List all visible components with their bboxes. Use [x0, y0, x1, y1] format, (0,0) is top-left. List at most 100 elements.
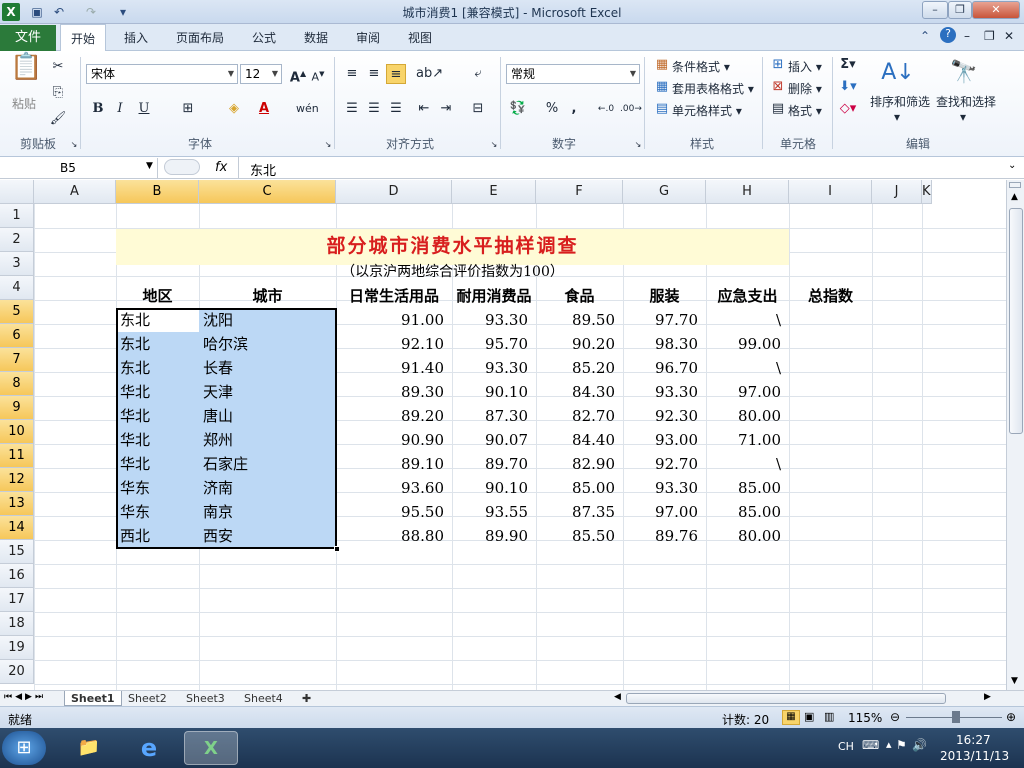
table-cell[interactable]: 90.10 — [452, 476, 536, 500]
table-cell[interactable] — [789, 524, 872, 548]
currency-icon[interactable]: 💱 — [508, 99, 528, 119]
table-cell[interactable] — [789, 356, 872, 380]
table-cell[interactable]: 95.50 — [336, 500, 452, 524]
row-header-20[interactable]: 20 — [0, 660, 34, 684]
flag-icon[interactable]: ⚑ — [896, 738, 907, 752]
table-cell[interactable]: 84.30 — [536, 380, 623, 404]
row-header-6[interactable]: 6 — [0, 324, 34, 348]
table-header-cell[interactable]: 应急支出 — [706, 284, 789, 308]
volume-icon[interactable]: 🔊 — [912, 738, 927, 752]
orientation-icon[interactable]: ab↗ — [416, 64, 443, 84]
tray-expand-icon[interactable]: ▴ — [886, 738, 892, 751]
input-language[interactable]: CH — [838, 740, 854, 753]
table-cell[interactable]: 95.70 — [452, 332, 536, 356]
table-cell[interactable]: 82.70 — [536, 404, 623, 428]
row-header-1[interactable]: 1 — [0, 204, 34, 228]
row-header-15[interactable]: 15 — [0, 540, 34, 564]
clock-date[interactable]: 2013/11/13 — [940, 749, 1009, 763]
increase-indent-icon[interactable]: ⇥ — [436, 99, 456, 119]
restore-button[interactable]: ❐ — [948, 1, 972, 19]
align-left-icon[interactable]: ☰ — [342, 99, 362, 119]
cell-styles-icon[interactable]: ▤ — [652, 99, 672, 119]
table-cell[interactable]: 80.00 — [706, 524, 789, 548]
underline-button[interactable]: U — [134, 99, 154, 119]
table-cell[interactable]: 89.30 — [336, 380, 452, 404]
zoom-level[interactable]: 115% — [848, 711, 882, 725]
table-cell[interactable]: 85.00 — [536, 476, 623, 500]
table-cell[interactable]: 93.60 — [336, 476, 452, 500]
number-format-combo[interactable]: 常规 ▼ — [506, 64, 640, 84]
hscroll-left-icon[interactable]: ◀ — [614, 692, 621, 702]
clear-icon[interactable]: ◇▾ — [838, 99, 858, 119]
align-bottom-icon[interactable]: ≡ — [386, 64, 406, 84]
row-header-11[interactable]: 11 — [0, 444, 34, 468]
table-cell[interactable]: 88.80 — [336, 524, 452, 548]
tab-view[interactable]: 视图 — [408, 29, 432, 46]
explorer-icon[interactable]: 📁 — [62, 731, 116, 765]
sheet-tab-4[interactable]: Sheet4 — [238, 691, 289, 706]
column-header-A[interactable]: A — [34, 180, 116, 204]
clock-time[interactable]: 16:27 — [956, 733, 991, 747]
row-header-18[interactable]: 18 — [0, 612, 34, 636]
find-select-icon[interactable]: 🔭 — [946, 55, 982, 91]
keyboard-icon[interactable]: ⌨ — [862, 738, 879, 752]
insert-cells-icon[interactable]: ⊞ — [768, 55, 788, 75]
row-header-10[interactable]: 10 — [0, 420, 34, 444]
row-header-3[interactable]: 3 — [0, 252, 34, 276]
column-header-B[interactable]: B — [116, 180, 199, 204]
table-cell[interactable]: 97.00 — [706, 380, 789, 404]
format-painter-icon[interactable]: 🖌 — [48, 109, 68, 129]
zoom-out-icon[interactable]: ⊖ — [890, 710, 900, 724]
table-cell[interactable] — [789, 404, 872, 428]
select-all-corner[interactable] — [0, 180, 34, 204]
row-header-4[interactable]: 4 — [0, 276, 34, 300]
tab-file[interactable]: 文件 — [0, 25, 56, 51]
row-header-2[interactable]: 2 — [0, 228, 34, 252]
split-box-icon[interactable] — [1009, 182, 1021, 188]
table-cell[interactable] — [789, 332, 872, 356]
table-cell[interactable]: 84.40 — [536, 428, 623, 452]
delete-cells-button[interactable]: 删除 ▾ — [788, 80, 822, 97]
zoom-slider-thumb[interactable] — [952, 711, 960, 723]
tab-data[interactable]: 数据 — [304, 29, 328, 46]
column-header-I[interactable]: I — [789, 180, 872, 204]
table-cell[interactable]: 87.30 — [452, 404, 536, 428]
format-cells-button[interactable]: 格式 ▾ — [788, 102, 822, 119]
table-cell[interactable]: 90.90 — [336, 428, 452, 452]
percent-button[interactable]: % — [542, 99, 562, 119]
table-cell[interactable]: 87.35 — [536, 500, 623, 524]
italic-button[interactable]: I — [110, 99, 130, 119]
minimize-button[interactable]: – — [922, 1, 948, 19]
scroll-up-icon[interactable]: ▲ — [1011, 192, 1018, 202]
ie-icon[interactable]: e — [122, 731, 176, 765]
tab-page-layout[interactable]: 页面布局 — [176, 29, 224, 46]
conditional-format-icon[interactable]: ▦ — [652, 55, 672, 75]
row-header-9[interactable]: 9 — [0, 396, 34, 420]
table-cell[interactable]: 89.20 — [336, 404, 452, 428]
fill-handle[interactable] — [334, 546, 340, 552]
ribbon-minimize-icon[interactable]: – — [964, 29, 970, 43]
merge-center-icon[interactable]: ⊟ — [468, 99, 488, 119]
table-cell[interactable]: \ — [706, 356, 789, 380]
row-header-19[interactable]: 19 — [0, 636, 34, 660]
table-header-cell[interactable]: 城市 — [199, 284, 336, 308]
sort-filter-button[interactable]: 排序和筛选 ▾ — [870, 93, 930, 124]
worksheet-grid[interactable]: A B C D E F G H I J K 1 2 3 4 5 6 7 8 9 10 11 12 13 14 15 16 17 18 19… — [0, 180, 1006, 690]
insert-sheet-icon[interactable]: ✚ — [296, 691, 317, 706]
tab-review[interactable]: 审阅 — [356, 29, 380, 46]
table-cell[interactable]: 85.20 — [536, 356, 623, 380]
hscroll-right-icon[interactable]: ▶ — [984, 692, 991, 702]
border-icon[interactable]: ⊞ — [178, 99, 198, 119]
row-header-7[interactable]: 7 — [0, 348, 34, 372]
grow-font-icon[interactable]: A▲ — [288, 64, 308, 85]
format-as-table-icon[interactable]: ▦ — [652, 77, 672, 97]
ribbon-close-icon[interactable]: ✕ — [1004, 29, 1014, 43]
copy-icon[interactable]: ⎘ — [48, 83, 68, 103]
table-cell[interactable]: 93.30 — [623, 476, 706, 500]
fx-button[interactable]: fx — [215, 160, 227, 175]
paste-icon[interactable]: 📋 — [10, 54, 42, 91]
zoom-in-icon[interactable]: ⊕ — [1006, 710, 1016, 724]
formula-bar-divider[interactable] — [164, 159, 200, 175]
align-right-icon[interactable]: ☰ — [386, 99, 406, 119]
table-header-cell[interactable]: 食品 — [536, 284, 623, 308]
